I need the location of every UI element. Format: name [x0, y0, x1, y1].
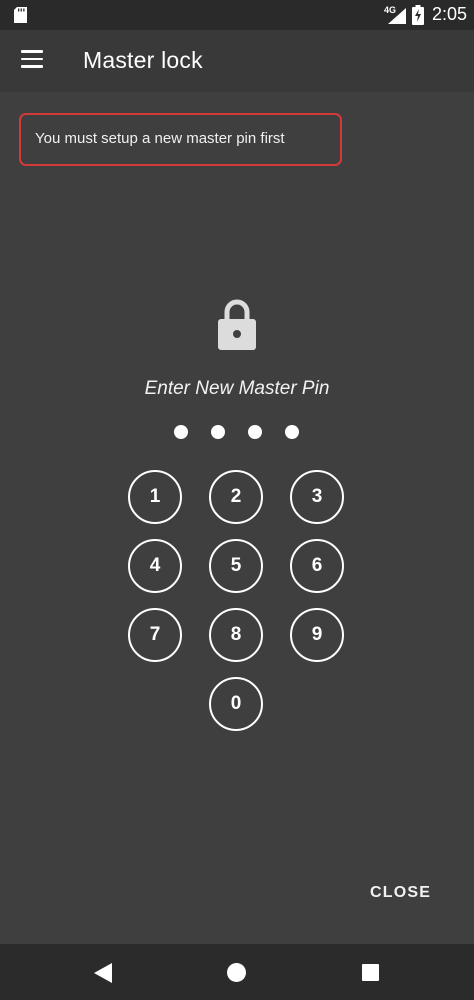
battery-charging-icon: [412, 5, 424, 25]
recent-apps-icon[interactable]: [362, 964, 379, 981]
page-title: Master lock: [83, 47, 203, 73]
home-icon[interactable]: [227, 963, 246, 982]
pin-dot: [248, 425, 262, 439]
sd-card-icon: [14, 7, 27, 23]
key-2[interactable]: 2: [209, 470, 263, 524]
key-8[interactable]: 8: [209, 608, 263, 662]
pin-dot: [211, 425, 225, 439]
status-clock: 2:05: [432, 4, 468, 24]
pin-dot: [285, 425, 299, 439]
status-bar: 4G 2:05: [0, 0, 474, 30]
pin-dots: [174, 425, 304, 441]
app-bar: Master lock: [0, 30, 474, 92]
pin-prompt: Enter New Master Pin: [144, 378, 330, 399]
key-9[interactable]: 9: [290, 608, 344, 662]
close-button[interactable]: CLOSE: [370, 884, 431, 902]
key-4[interactable]: 4: [128, 539, 182, 593]
navigation-bar: [0, 944, 474, 1000]
key-6[interactable]: 6: [290, 539, 344, 593]
key-3[interactable]: 3: [290, 470, 344, 524]
setup-notice-box: You must setup a new master pin first: [19, 113, 342, 166]
back-icon[interactable]: [94, 963, 112, 983]
pin-dot: [174, 425, 188, 439]
signal-strength-icon: [388, 8, 406, 24]
key-7[interactable]: 7: [128, 608, 182, 662]
hamburger-menu-icon[interactable]: [21, 50, 43, 68]
key-0[interactable]: 0: [209, 677, 263, 731]
key-5[interactable]: 5: [209, 539, 263, 593]
lock-icon: [218, 299, 256, 350]
key-1[interactable]: 1: [128, 470, 182, 524]
setup-notice-text: You must setup a new master pin first: [35, 130, 285, 147]
